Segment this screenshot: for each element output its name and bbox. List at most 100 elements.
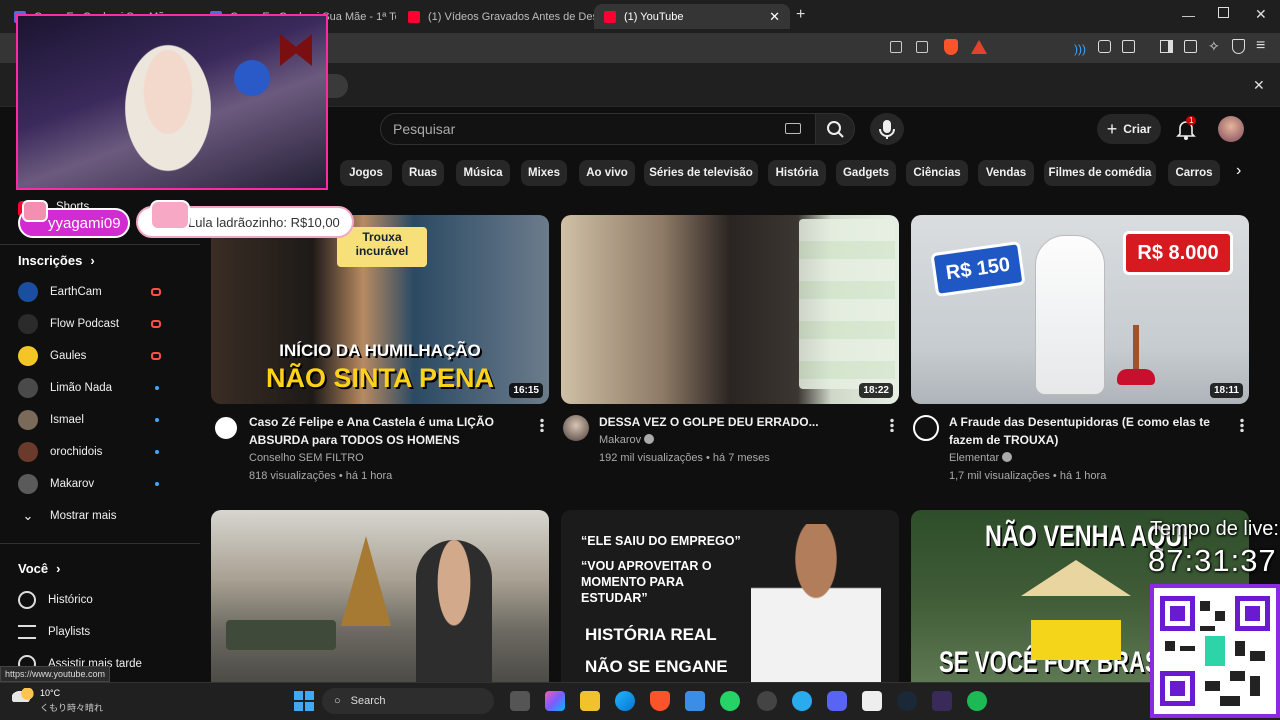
sidebar-item-subscription[interactable]: EarthCam xyxy=(18,280,188,304)
discord-icon[interactable] xyxy=(827,691,847,711)
chip-jogos[interactable]: Jogos xyxy=(340,160,392,186)
notifications-button[interactable]: 1 xyxy=(1176,116,1197,145)
voice-search-button[interactable] xyxy=(870,113,904,145)
video-thumbnail[interactable]: R$ 150 R$ 8.000 18:11 xyxy=(911,215,1249,404)
channel-name[interactable]: Conselho SEM FILTRO xyxy=(249,449,364,467)
copilot-icon[interactable] xyxy=(545,691,565,711)
sidebar-item-playlists[interactable]: Playlists xyxy=(18,620,188,644)
screen-cast-icon[interactable] xyxy=(890,41,902,53)
more-options-icon[interactable] xyxy=(890,418,894,432)
channel-avatar[interactable] xyxy=(563,415,589,441)
brave-icon[interactable] xyxy=(650,691,670,711)
file-explorer-icon[interactable] xyxy=(580,691,600,711)
chip-música[interactable]: Música xyxy=(456,160,510,186)
microsoft-store-icon[interactable] xyxy=(685,691,705,711)
menu-icon[interactable]: ≡ xyxy=(1256,37,1265,55)
keyboard-icon[interactable] xyxy=(785,123,801,134)
obs-icon[interactable] xyxy=(757,691,777,711)
search-input[interactable]: Pesquisar xyxy=(380,113,816,145)
account-avatar[interactable] xyxy=(1218,116,1244,142)
wallet-icon[interactable] xyxy=(1184,40,1197,53)
chip-ciências[interactable]: Ciências xyxy=(906,160,968,186)
video-title[interactable]: A Fraude das Desentupidoras (E como elas… xyxy=(949,413,1224,449)
close-infobar-icon[interactable]: ✕ xyxy=(1253,77,1265,94)
channel-avatar[interactable] xyxy=(213,415,239,441)
sidebar-item-subscription[interactable]: Ismael xyxy=(18,408,188,432)
brave-rewards-icon[interactable] xyxy=(971,40,987,54)
sidebar-item-history[interactable]: Histórico xyxy=(18,588,188,612)
video-title[interactable]: Caso Zé Felipe e Ana Castela é uma LIÇÃO… xyxy=(249,413,524,449)
chip-gadgets[interactable]: Gadgets xyxy=(836,160,896,186)
channel-name[interactable]: Elementar xyxy=(949,452,999,464)
spotify-icon[interactable] xyxy=(967,691,987,711)
tab-search-icon[interactable] xyxy=(1122,40,1135,53)
cake-icon xyxy=(150,200,190,230)
video-thumbnail[interactable]: “ELE SAIU DO EMPREGO” “VOU APROVEITAR O … xyxy=(561,510,899,682)
close-tab-icon[interactable]: ✕ xyxy=(769,9,780,25)
task-view-icon[interactable] xyxy=(510,691,530,711)
windows-start-icon[interactable] xyxy=(294,691,314,711)
chip-história[interactable]: História xyxy=(768,160,826,186)
channel-name[interactable]: Makarov xyxy=(599,434,641,446)
sidebar-item-subscription[interactable]: orochidois xyxy=(18,440,188,464)
close-window-icon[interactable]: ✕ xyxy=(1255,6,1267,23)
chip-filmes-de-comédia[interactable]: Filmes de comédia xyxy=(1044,160,1156,186)
video-thumbnail[interactable] xyxy=(211,510,549,682)
chip-vendas[interactable]: Vendas xyxy=(978,160,1034,186)
sidebar-item-label: Playlists xyxy=(48,626,91,638)
chip-ruas[interactable]: Ruas xyxy=(402,160,444,186)
temple-image xyxy=(341,536,391,626)
more-options-icon[interactable] xyxy=(1240,418,1244,432)
new-content-dot xyxy=(155,450,159,454)
channel-avatar[interactable] xyxy=(913,415,939,441)
taskbar-search[interactable]: ○ Search xyxy=(322,688,494,714)
chip-séries-de-televisão[interactable]: Séries de televisão xyxy=(644,160,758,186)
extensions-icon[interactable] xyxy=(1098,40,1111,53)
sidebar-toggle-icon[interactable] xyxy=(1160,40,1173,53)
history-icon xyxy=(18,591,36,609)
sidebar-item-subscription[interactable]: Limão Nada xyxy=(18,376,188,400)
you-heading[interactable]: Você › xyxy=(18,561,60,576)
sidebar-item-subscription[interactable]: Makarov xyxy=(18,472,188,496)
tab-title: (1) YouTube xyxy=(624,10,684,23)
video-thumbnail[interactable]: 18:22 xyxy=(561,215,899,404)
new-content-dot xyxy=(155,386,159,390)
new-tab-button[interactable]: + xyxy=(796,6,805,24)
subscription-name: Makarov xyxy=(50,478,95,490)
chip-carros[interactable]: Carros xyxy=(1168,160,1220,186)
steam-icon[interactable] xyxy=(897,691,917,711)
browser-tab[interactable]: (1) Vídeos Gravados Antes de Desast xyxy=(398,4,594,29)
live-icon xyxy=(151,320,161,328)
brave-shields-icon[interactable] xyxy=(944,39,958,55)
audio-icon[interactable]: ))) xyxy=(1074,42,1086,56)
plunger-image xyxy=(1133,325,1139,375)
maximize-icon[interactable] xyxy=(1218,7,1229,18)
video-thumbnail[interactable]: Trouxa incurável INÍCIO DA HUMILHAÇÃO NÃ… xyxy=(211,215,549,404)
browser-tab-active[interactable]: (1) YouTube ✕ xyxy=(594,4,790,29)
app-icon[interactable] xyxy=(932,691,952,711)
chip-mixes[interactable]: Mixes xyxy=(521,160,567,186)
subscription-name: Limão Nada xyxy=(50,382,113,394)
tab-title: (1) Vídeos Gravados Antes de Desast xyxy=(428,10,594,23)
show-more-button[interactable]: ⌄ Mostrar mais xyxy=(18,504,188,528)
vpn-shield-icon[interactable] xyxy=(1232,39,1245,54)
more-options-icon[interactable] xyxy=(540,418,544,432)
subscriptions-heading[interactable]: Inscrições › xyxy=(18,253,95,268)
create-button[interactable]: + Criar xyxy=(1097,114,1161,144)
channel-avatar xyxy=(18,378,38,398)
chip-ao-vivo[interactable]: Ao vivo xyxy=(579,160,635,186)
video-title[interactable]: DESSA VEZ O GOLPE DEU ERRADO... xyxy=(599,413,874,431)
search-placeholder: Pesquisar xyxy=(393,121,456,137)
search-button[interactable] xyxy=(815,113,855,145)
capcut-icon[interactable] xyxy=(862,691,882,711)
whatsapp-icon[interactable] xyxy=(720,691,740,711)
minimize-icon[interactable]: — xyxy=(1182,8,1195,23)
leo-ai-icon[interactable]: ✧ xyxy=(1208,38,1220,55)
sidebar-item-subscription[interactable]: Flow Podcast xyxy=(18,312,188,336)
chevron-right-icon[interactable]: › xyxy=(1236,162,1241,180)
sidebar-item-subscription[interactable]: Gaules xyxy=(18,344,188,368)
weather-icon[interactable] xyxy=(12,688,34,702)
edge-icon[interactable] xyxy=(615,691,635,711)
share-icon[interactable] xyxy=(916,41,928,53)
telegram-icon[interactable] xyxy=(792,691,812,711)
